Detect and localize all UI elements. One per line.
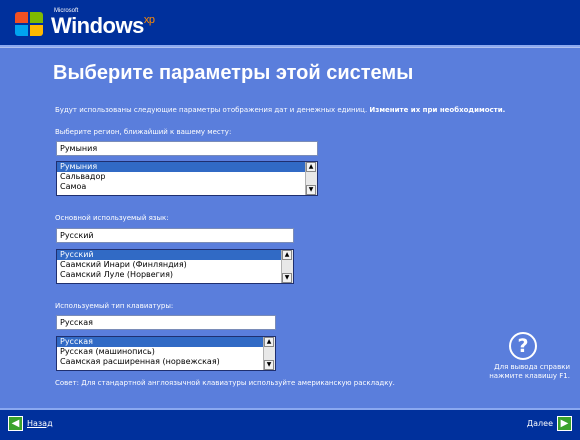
list-item[interactable]: Сальвадор [57, 172, 317, 182]
question-icon[interactable]: ? [509, 332, 537, 360]
list-item[interactable]: Самоа [57, 182, 317, 192]
region-label: Выберите регион, ближайший к вашему мест… [55, 128, 232, 136]
region-field[interactable]: Румыния [56, 141, 318, 156]
list-item[interactable]: Русская [57, 337, 275, 347]
next-label[interactable]: Далее [527, 419, 553, 428]
list-item[interactable]: Саамский Инари (Финляндия) [57, 260, 293, 270]
list-item[interactable]: Саамская расширенная (норвежская) [57, 357, 275, 367]
keyboard-label: Используемый тип клавиатуры: [55, 302, 174, 310]
intro-text: Будут использованы следующие параметры о… [55, 106, 506, 114]
language-field[interactable]: Русский [56, 228, 294, 243]
back-label[interactable]: Назад [27, 419, 53, 428]
list-item[interactable]: Русская (машинопись) [57, 347, 275, 357]
scroll-up-icon[interactable]: ▲ [306, 162, 316, 172]
page-title: Выберите параметры этой системы [53, 62, 414, 84]
bottom-bar [0, 410, 580, 440]
windows-wordmark: Windowsxp [51, 13, 155, 38]
list-item[interactable]: Русский [57, 250, 293, 260]
back-arrow-icon[interactable]: ◀ [8, 415, 23, 431]
keyboard-field[interactable]: Русская [56, 315, 276, 330]
scroll-down-icon[interactable]: ▼ [264, 360, 274, 370]
region-scrollbar[interactable]: ▲ ▼ [305, 162, 317, 195]
header-divider-highlight [0, 47, 580, 48]
windows-flag-icon [15, 12, 45, 38]
language-label: Основной используемый язык: [55, 214, 169, 222]
list-item[interactable]: Саамский Луле (Норвегия) [57, 270, 293, 280]
region-list[interactable]: Румыния Сальвадор Самоа ▲ ▼ [56, 161, 318, 196]
next-arrow-icon[interactable]: ▶ [557, 415, 572, 431]
keyboard-list[interactable]: Русская Русская (машинопись) Саамская ра… [56, 336, 276, 371]
help-hint: Для вывода справки нажмите клавишу F1. [489, 363, 570, 380]
next-button[interactable]: Далее ▶ [527, 415, 572, 431]
back-button[interactable]: ◀ Назад [8, 415, 53, 431]
scroll-down-icon[interactable]: ▼ [306, 185, 316, 195]
list-item[interactable]: Румыния [57, 162, 317, 172]
keyboard-tip: Совет: Для стандартной англоязычной клав… [55, 379, 395, 387]
scroll-down-icon[interactable]: ▼ [282, 273, 292, 283]
language-list[interactable]: Русский Саамский Инари (Финляндия) Саамс… [56, 249, 294, 284]
keyboard-scrollbar[interactable]: ▲ ▼ [263, 337, 275, 370]
scroll-up-icon[interactable]: ▲ [264, 337, 274, 347]
scroll-up-icon[interactable]: ▲ [282, 250, 292, 260]
language-scrollbar[interactable]: ▲ ▼ [281, 250, 293, 283]
top-bar: Microsoft Windowsxp [0, 0, 580, 45]
